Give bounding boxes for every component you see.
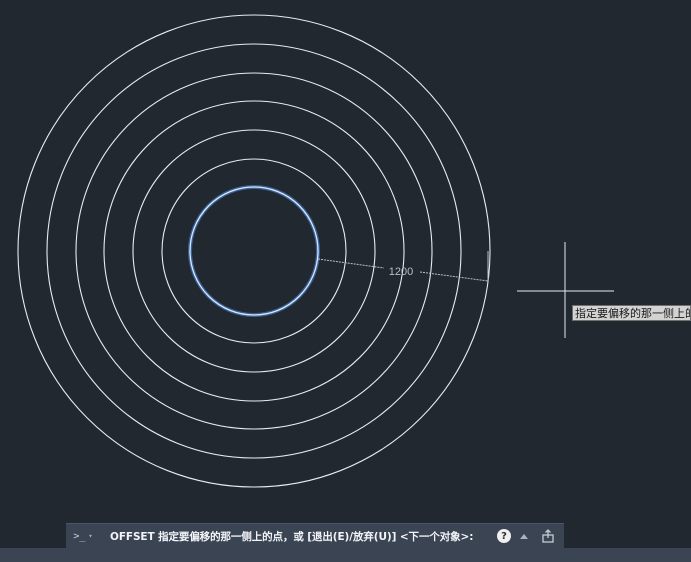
offset-circle-5[interactable] (46, 43, 462, 459)
offset-circle-6[interactable] (17, 14, 491, 488)
drawing-canvas[interactable]: 1200 指定要偏移的那一侧上的点 >_ ▾ OFFSET 指定要偏移的那一侧上… (0, 0, 691, 562)
command-prompt-icon: >_ (73, 530, 86, 542)
command-prompt-button[interactable]: >_ ▾ (66, 524, 100, 548)
offset-circle-4[interactable] (75, 72, 433, 430)
dimension-text: 1200 (389, 266, 413, 278)
cursor-tooltip: 指定要偏移的那一侧上的点 (572, 305, 691, 321)
status-bar (0, 548, 691, 562)
offset-circle-3[interactable] (103, 100, 405, 402)
selected-circle[interactable] (189, 186, 319, 316)
offset-circle-2[interactable] (132, 129, 376, 373)
crosshair-cursor (517, 242, 614, 338)
arrow-up-icon[interactable] (520, 533, 528, 539)
command-line[interactable]: >_ ▾ OFFSET 指定要偏移的那一侧上的点，或 [退出(E)/放弃(U)]… (66, 523, 564, 548)
chevron-down-icon: ▾ (88, 532, 93, 540)
help-icon[interactable]: ? (497, 529, 511, 543)
command-text[interactable]: OFFSET 指定要偏移的那一侧上的点，或 [退出(E)/放弃(U)] <下一个… (100, 529, 497, 544)
drawing-area[interactable]: 1200 (0, 0, 691, 562)
share-icon[interactable] (540, 528, 556, 544)
radius-dimension[interactable]: 1200 (317, 251, 489, 282)
circles-group (17, 14, 491, 488)
